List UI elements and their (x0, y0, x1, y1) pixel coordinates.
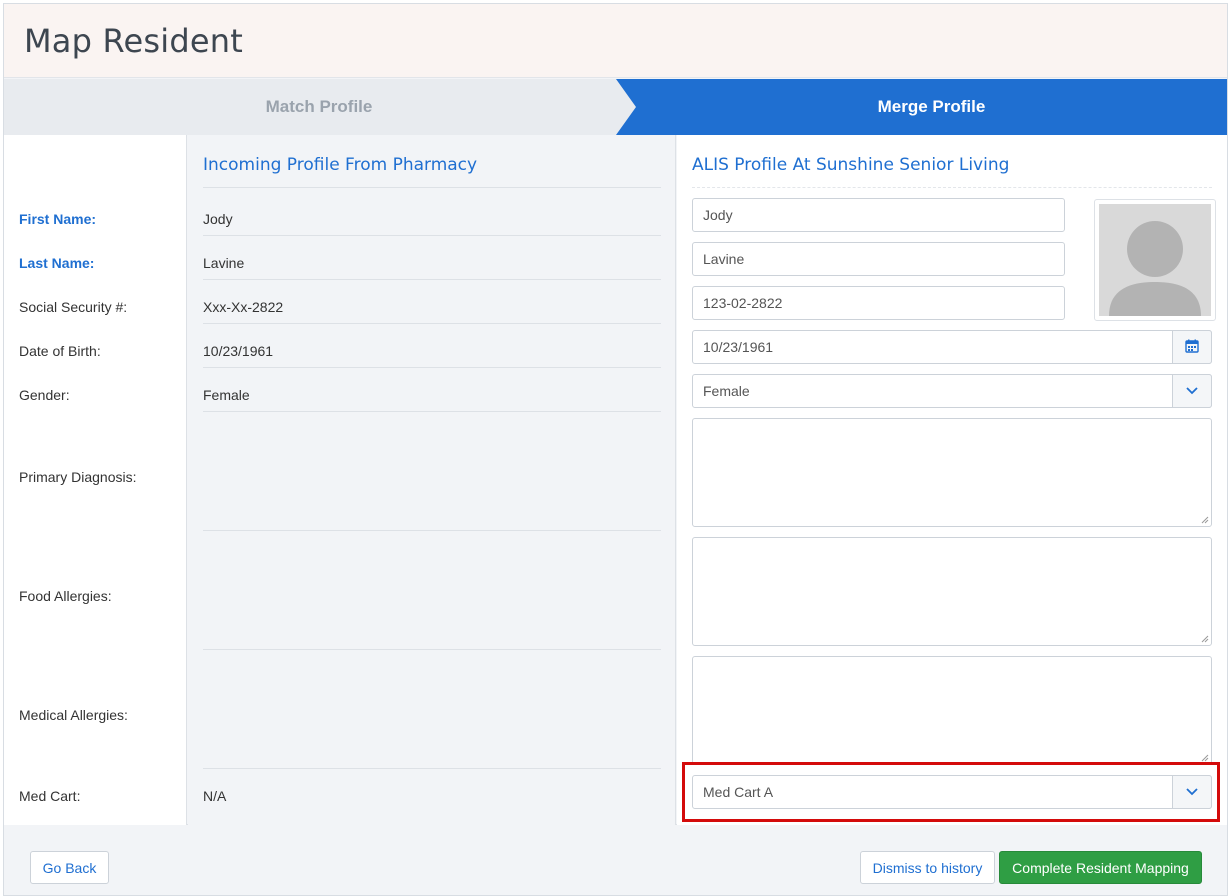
label-medical-allergies: Medical Allergies: (19, 707, 128, 723)
label-last-name: Last Name: (19, 255, 95, 271)
field-labels-column: First Name: Last Name: Social Security #… (4, 135, 187, 825)
alis-profile-title: ALIS Profile At Sunshine Senior Living (692, 155, 1010, 175)
label-first-name: First Name: (19, 211, 97, 227)
pharmacy-profile-title: Incoming Profile From Pharmacy (203, 155, 478, 175)
label-med-cart: Med Cart: (19, 788, 81, 804)
resize-handle-icon[interactable] (1201, 516, 1209, 524)
resident-photo[interactable] (1094, 199, 1216, 321)
food-allergies-textarea[interactable] (692, 537, 1212, 646)
label-primary-diagnosis: Primary Diagnosis: (19, 469, 137, 485)
dob-value: 10/23/1961 (703, 339, 774, 355)
pharmacy-profile-column: Incoming Profile From Pharmacy Jody Lavi… (188, 135, 676, 825)
med-cart-highlight-box (682, 762, 1220, 822)
row-divider (203, 367, 661, 368)
dismiss-to-history-button[interactable]: Dismiss to history (860, 851, 995, 884)
first-name-input[interactable]: Jody (692, 198, 1065, 232)
row-divider (203, 323, 661, 324)
gender-dropdown-toggle[interactable] (1172, 374, 1212, 408)
pharmacy-first-name: Jody (203, 211, 233, 227)
label-ssn: Social Security #: (19, 299, 128, 315)
row-divider (203, 530, 661, 531)
primary-diagnosis-textarea[interactable] (692, 418, 1212, 527)
calendar-button[interactable] (1172, 330, 1212, 364)
complete-resident-mapping-button[interactable]: Complete Resident Mapping (999, 851, 1202, 884)
pharmacy-ssn: Xxx-Xx-2822 (203, 299, 284, 315)
label-food-allergies: Food Allergies: (19, 588, 112, 604)
page-header: Map Resident (4, 4, 1227, 78)
title-divider (692, 187, 1212, 188)
row-divider (203, 768, 661, 769)
mapping-form: First Name: Last Name: Social Security #… (4, 135, 1227, 825)
step-merge-profile[interactable]: Merge Profile (616, 79, 1227, 135)
gender-select[interactable]: Female (692, 374, 1212, 408)
pharmacy-med-cart: N/A (203, 788, 227, 804)
pharmacy-dob: 10/23/1961 (203, 343, 274, 359)
label-gender: Gender: (19, 387, 70, 403)
row-divider (203, 649, 661, 650)
row-divider (203, 235, 661, 236)
calendar-icon (1185, 339, 1199, 356)
wizard-steps: Match Profile Merge Profile (4, 79, 1227, 135)
label-dob: Date of Birth: (19, 343, 101, 359)
page-title: Map Resident (24, 22, 243, 60)
chevron-down-icon (1185, 383, 1199, 399)
row-divider (203, 187, 661, 188)
dob-input[interactable]: 10/23/1961 (692, 330, 1212, 364)
go-back-button[interactable]: Go Back (30, 851, 109, 884)
alis-profile-column: ALIS Profile At Sunshine Senior Living J… (677, 135, 1227, 825)
last-name-input[interactable]: Lavine (692, 242, 1065, 276)
resize-handle-icon[interactable] (1201, 754, 1209, 762)
pharmacy-last-name: Lavine (203, 255, 245, 271)
ssn-input[interactable]: 123-02-2822 (692, 286, 1065, 320)
resize-handle-icon[interactable] (1201, 635, 1209, 643)
avatar-placeholder-icon (1099, 204, 1211, 316)
step-match-profile[interactable]: Match Profile (4, 79, 634, 135)
gender-selected-value: Female (703, 383, 750, 399)
row-divider (203, 279, 661, 280)
medical-allergies-textarea[interactable] (692, 656, 1212, 765)
pharmacy-gender: Female (203, 387, 250, 403)
row-divider (203, 411, 661, 412)
